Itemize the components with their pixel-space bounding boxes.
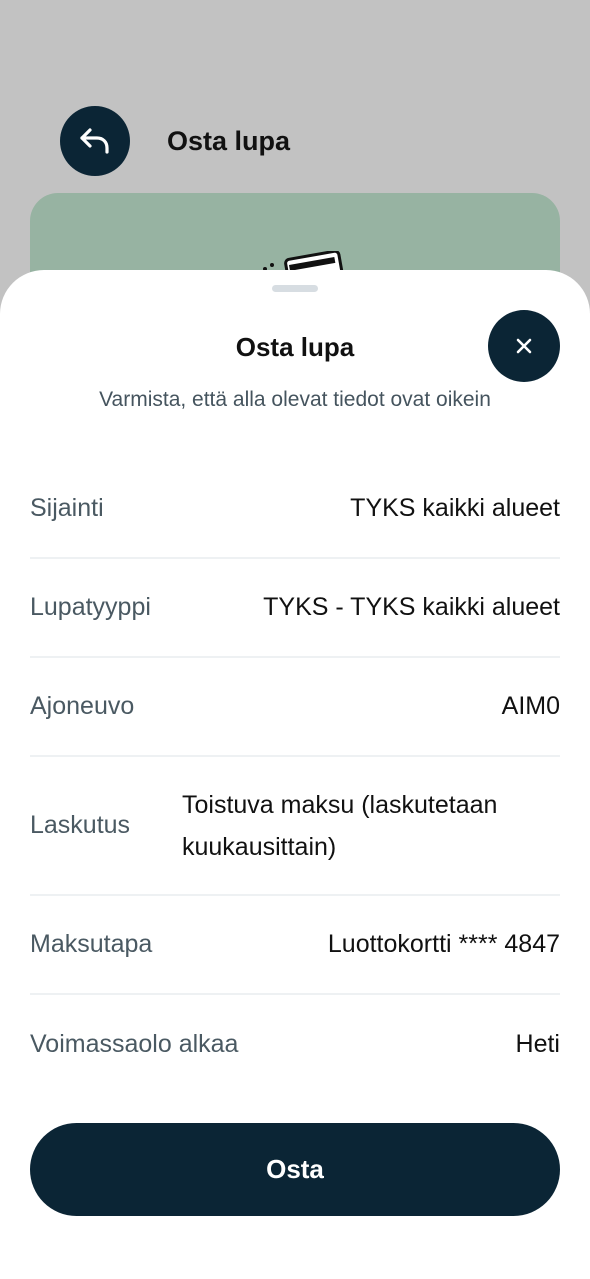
sheet-subtitle: Varmista, että alla olevat tiedot ovat o…	[99, 388, 491, 411]
detail-value: AIM0	[501, 692, 560, 720]
close-button[interactable]	[488, 310, 560, 382]
back-arrow-icon	[80, 128, 109, 154]
detail-label: Lupatyyppi	[30, 593, 151, 621]
detail-value: Toistuva maksu (laskutetaan kuukausittai…	[182, 790, 498, 861]
buy-button[interactable]: Osta	[30, 1123, 560, 1216]
detail-row-location: Sijainti TYKS kaikki alueet	[30, 460, 560, 559]
detail-row-billing: Laskutus Toistuva maksu (laskutetaan kuu…	[30, 757, 560, 896]
detail-label: Maksutapa	[30, 930, 153, 958]
detail-value: Heti	[515, 1030, 560, 1058]
back-button[interactable]	[60, 106, 130, 176]
close-icon	[516, 338, 532, 354]
detail-label: Sijainti	[30, 494, 104, 522]
detail-value: Luottokortti **** 4847	[327, 930, 560, 958]
detail-value: TYKS - TYKS kaikki alueet	[263, 593, 560, 621]
detail-label: Voimassaolo alkaa	[30, 1030, 239, 1058]
detail-label: Ajoneuvo	[30, 692, 135, 720]
confirm-purchase-sheet: Osta lupa Varmista, että alla olevat tie…	[0, 270, 590, 1279]
detail-row-payment-method: Maksutapa Luottokortti **** 4847	[30, 896, 560, 995]
detail-row-vehicle: Ajoneuvo AIM0	[30, 658, 560, 757]
sheet-drag-handle[interactable]	[272, 285, 318, 292]
details-list: Sijainti TYKS kaikki alueet Lupatyyppi T…	[30, 460, 560, 1094]
detail-value: TYKS kaikki alueet	[350, 494, 560, 522]
detail-label: Laskutus	[30, 811, 131, 839]
page-title: Osta lupa	[167, 126, 291, 156]
detail-row-permit-type: Lupatyyppi TYKS - TYKS kaikki alueet	[30, 559, 560, 658]
detail-row-valid-from: Voimassaolo alkaa Heti	[30, 995, 560, 1094]
